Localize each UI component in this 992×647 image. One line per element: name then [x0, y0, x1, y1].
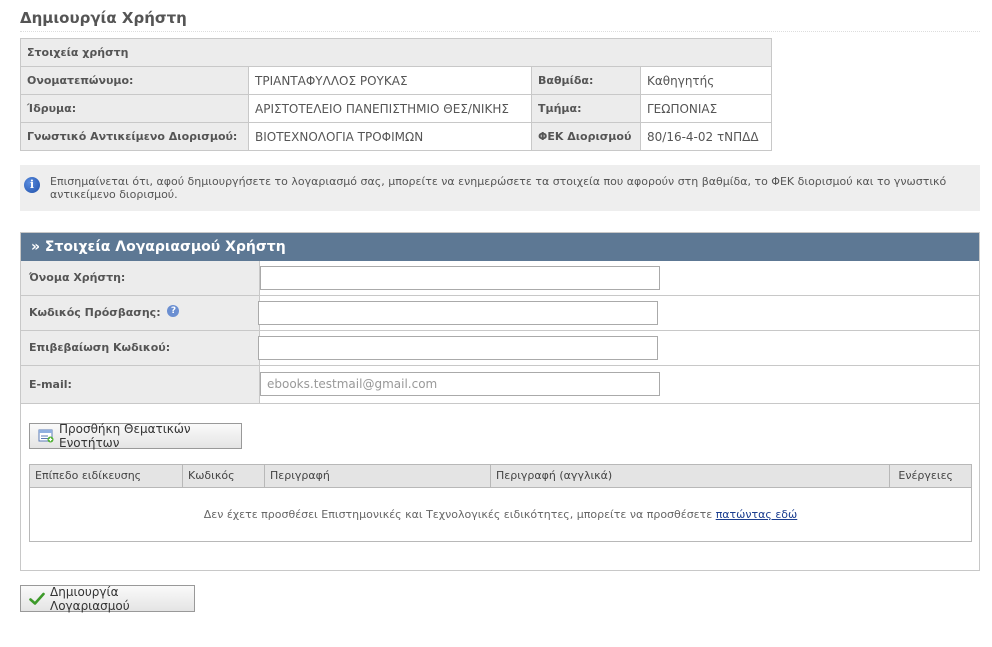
col-description[interactable]: Περιγραφή — [265, 465, 491, 487]
table-row: Ίδρυμα: ΑΡΙΣΤΟΤΕΛΕΙΟ ΠΑΝΕΠΙΣΤΗΜΙΟ ΘΕΣ/ΝΙ… — [20, 94, 772, 123]
add-list-icon — [38, 429, 54, 443]
password-label: Κωδικός Πρόσβασης: — [29, 306, 161, 319]
info-icon: i — [24, 177, 40, 193]
fek-label: ΦΕΚ Διορισμού — [531, 122, 641, 151]
table-row: Ονοματεπώνυμο: ΤΡΙΑΝΤΑΦΥΛΛΟΣ ΡΟΥΚΑΣ Βαθμ… — [20, 66, 772, 95]
add-here-link[interactable]: πατώντας εδώ — [716, 508, 798, 521]
confirm-password-label: Επιβεβαίωση Κωδικού: — [21, 331, 260, 365]
info-notice: i Επισημαίνεται ότι, αφού δημιουργήσετε … — [20, 165, 980, 211]
subject-label: Γνωστικό Αντικείμενο Διορισμού: — [20, 122, 249, 151]
account-details-panel: » Στοιχεία Λογαριασμού Χρήστη Όνομα Χρήσ… — [20, 232, 980, 571]
subject-value: ΒΙΟΤΕΧΝΟΛΟΓΙΑ ΤΡΟΦΙΜΩΝ — [248, 122, 532, 151]
email-input[interactable] — [260, 372, 660, 396]
col-level[interactable]: Επίπεδο ειδίκευσης — [30, 465, 183, 487]
password-input[interactable] — [258, 301, 658, 325]
institution-value: ΑΡΙΣΤΟΤΕΛΕΙΟ ΠΑΝΕΠΙΣΤΗΜΙΟ ΘΕΣ/ΝΙΚΗΣ — [248, 94, 532, 123]
empty-text: Δεν έχετε προσθέσει Επιστημονικές και Τε… — [203, 508, 713, 521]
subjects-grid: Επίπεδο ειδίκευσης Κωδικός Περιγραφή Περ… — [29, 464, 972, 542]
create-account-button[interactable]: Δημιουργία Λογαριασμού — [20, 584, 195, 613]
user-info-table: Στοιχεία χρήστη Ονοματεπώνυμο: ΤΡΙΑΝΤΑΦΥ… — [20, 38, 772, 151]
add-subjects-button[interactable]: Προσθήκη Θεματικών Ενοτήτων — [29, 422, 242, 450]
create-account-label: Δημιουργία Λογαριασμού — [50, 584, 130, 613]
table-row: Γνωστικό Αντικείμενο Διορισμού: ΒΙΟΤΕΧΝΟ… — [20, 122, 772, 151]
fek-value: 80/16-4-02 τΝΠΔΔ — [640, 122, 772, 151]
checkmark-icon — [29, 592, 45, 606]
question-icon[interactable]: ? — [167, 305, 180, 317]
grid-empty-message: Δεν έχετε προσθέσει Επιστημονικές και Τε… — [30, 488, 971, 521]
notice-text: Επισημαίνεται ότι, αφού δημιουργήσετε το… — [50, 175, 947, 201]
panel-header: » Στοιχεία Λογαριασμού Χρήστη — [21, 233, 979, 261]
page-title: Δημιουργία Χρήστη — [20, 9, 980, 32]
user-info-heading: Στοιχεία χρήστη — [20, 38, 772, 67]
username-input[interactable] — [260, 266, 660, 290]
rank-label: Βαθμίδα: — [531, 66, 641, 95]
grid-header: Επίπεδο ειδίκευσης Κωδικός Περιγραφή Περ… — [30, 465, 971, 488]
add-subjects-label: Προσθήκη Θεματικών Ενοτήτων — [59, 422, 191, 450]
fullname-label: Ονοματεπώνυμο: — [20, 66, 249, 95]
rank-value: Καθηγητής — [640, 66, 772, 95]
confirm-password-row: Επιβεβαίωση Κωδικού: — [21, 331, 979, 366]
username-row: Όνομα Χρήστη: — [21, 261, 979, 296]
col-code[interactable]: Κωδικός — [183, 465, 265, 487]
department-value: ΓΕΩΠΟΝΙΑΣ — [640, 94, 772, 123]
email-row: E-mail: — [21, 366, 979, 404]
confirm-password-input[interactable] — [258, 336, 658, 360]
col-actions: Ενέργειες — [898, 469, 953, 482]
department-label: Τμήμα: — [531, 94, 641, 123]
email-label: E-mail: — [21, 366, 260, 403]
username-label: Όνομα Χρήστη: — [21, 261, 260, 295]
institution-label: Ίδρυμα: — [20, 94, 249, 123]
fullname-value: ΤΡΙΑΝΤΑΦΥΛΛΟΣ ΡΟΥΚΑΣ — [248, 66, 532, 95]
col-description-en[interactable]: Περιγραφή (αγγλικά) — [491, 465, 890, 487]
password-row: Κωδικός Πρόσβασης: ? — [21, 296, 979, 331]
